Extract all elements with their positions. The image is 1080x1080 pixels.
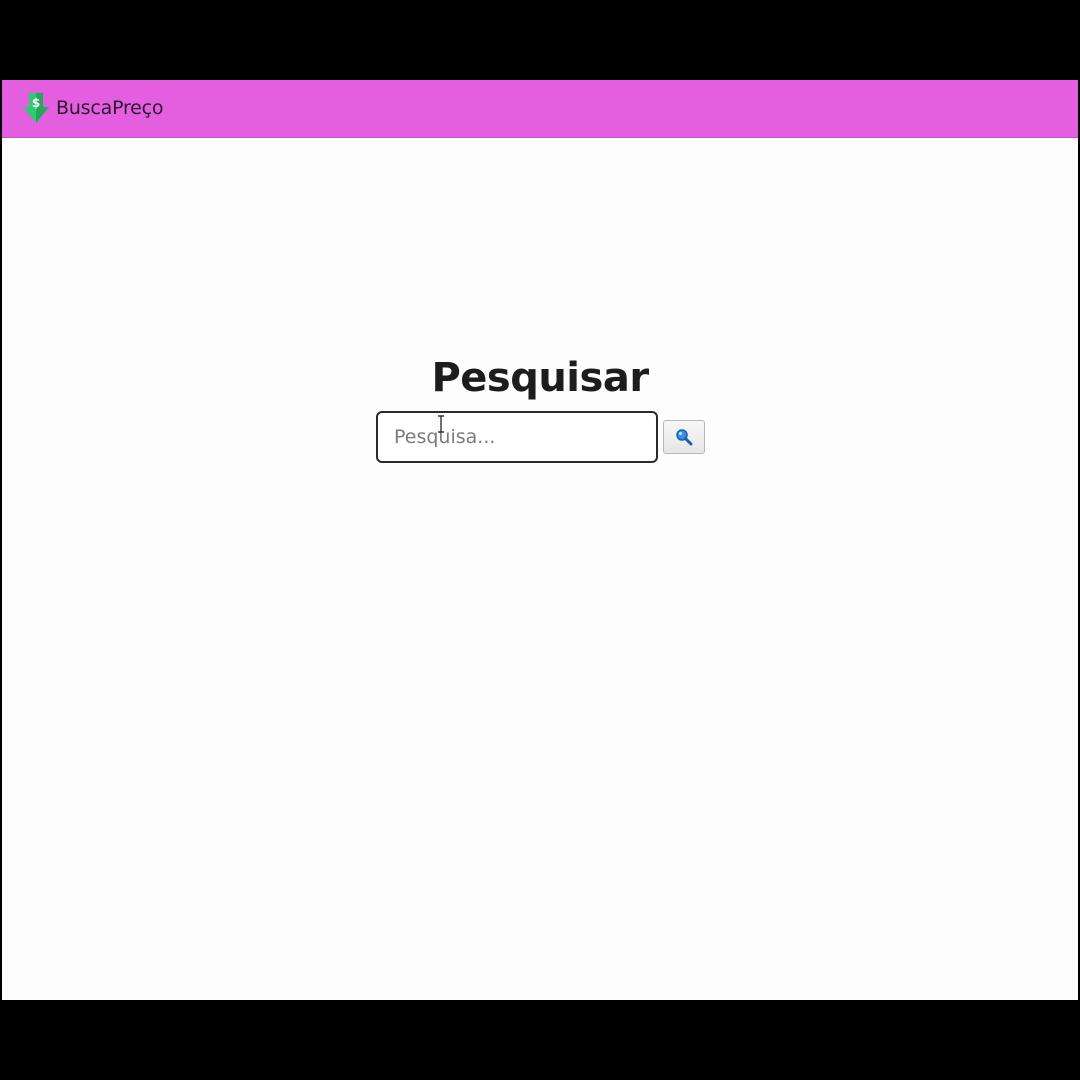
svg-text:$: $ <box>32 96 40 110</box>
app-window: $ BuscaPreço Pesquisar <box>2 80 1078 1000</box>
search-form <box>376 411 706 463</box>
brand-name: BuscaPreço <box>56 97 164 119</box>
mouse-text-cursor <box>435 415 447 433</box>
letterbox-bottom <box>0 1000 1080 1080</box>
brand-link[interactable]: $ BuscaPreço <box>22 92 164 124</box>
page-title: Pesquisar <box>431 355 649 401</box>
search-button[interactable] <box>663 420 705 454</box>
navbar: $ BuscaPreço <box>2 80 1078 138</box>
download-dollar-icon: $ <box>22 92 50 124</box>
search-input[interactable] <box>376 411 658 463</box>
search-section: Pesquisar <box>2 350 1078 463</box>
search-icon <box>675 428 693 446</box>
letterbox-top <box>0 0 1080 80</box>
